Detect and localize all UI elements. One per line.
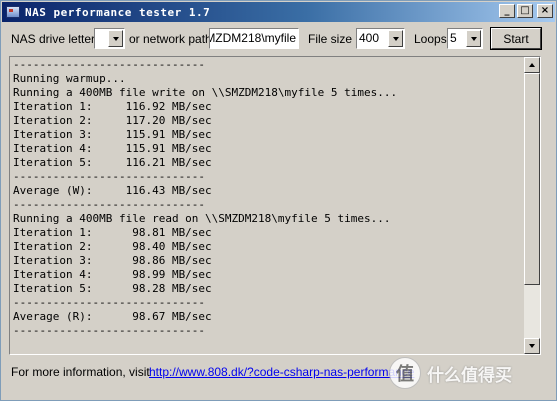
close-button[interactable]: × <box>537 4 553 18</box>
title-bar[interactable]: NAS performance tester 1.7 _ □ × <box>2 2 555 22</box>
window-controls: _ □ × <box>499 4 553 18</box>
scroll-down-button[interactable] <box>524 338 540 354</box>
chevron-down-icon <box>470 36 477 41</box>
scroll-up-button[interactable] <box>524 57 540 73</box>
chevron-down-icon <box>529 344 535 348</box>
loops-select[interactable]: 5 <box>447 28 483 49</box>
chevron-up-icon <box>529 63 535 67</box>
chevron-down-icon <box>392 36 399 41</box>
loops-dropdown-button[interactable] <box>466 30 481 47</box>
watermark-text: 什么值得买 <box>427 365 512 386</box>
window-title: NAS performance tester 1.7 <box>25 5 211 19</box>
drive-letter-label: NAS drive letter <box>11 32 96 46</box>
network-path-label: or network path <box>129 32 212 46</box>
file-size-label: File size <box>308 32 353 46</box>
start-button[interactable]: Start <box>490 27 542 50</box>
scroll-thumb[interactable] <box>524 73 540 285</box>
info-link[interactable]: http://www.808.dk/?code-csharp-nas-perfo… <box>149 365 414 379</box>
watermark: 值 什么值得买 <box>389 357 512 389</box>
toolbar: NAS drive letter or network path \\SMZDM… <box>1 27 556 51</box>
output-textarea[interactable]: ----------------------------- Running wa… <box>9 56 541 355</box>
file-size-dropdown-button[interactable] <box>388 30 403 47</box>
app-icon <box>6 6 20 18</box>
network-path-input[interactable]: \\SMZDM218\myfile <box>209 28 299 49</box>
drive-letter-dropdown-button[interactable] <box>108 30 123 47</box>
loops-value: 5 <box>450 31 457 45</box>
footer-text: For more information, visit <box>11 365 150 379</box>
vertical-scrollbar[interactable] <box>524 57 540 354</box>
watermark-logo-icon: 值 <box>389 357 421 389</box>
app-window: NAS performance tester 1.7 _ □ × NAS dri… <box>0 0 557 401</box>
file-size-select[interactable]: 400 <box>356 28 405 49</box>
output-log: ----------------------------- Running wa… <box>13 58 398 337</box>
drive-letter-select[interactable] <box>94 28 125 49</box>
maximize-button[interactable]: □ <box>517 4 533 18</box>
loops-label: Loops <box>414 32 447 46</box>
chevron-down-icon <box>112 36 119 41</box>
network-path-value: \\SMZDM218\myfile <box>210 31 296 45</box>
minimize-button[interactable]: _ <box>499 4 515 18</box>
file-size-value: 400 <box>359 31 380 45</box>
